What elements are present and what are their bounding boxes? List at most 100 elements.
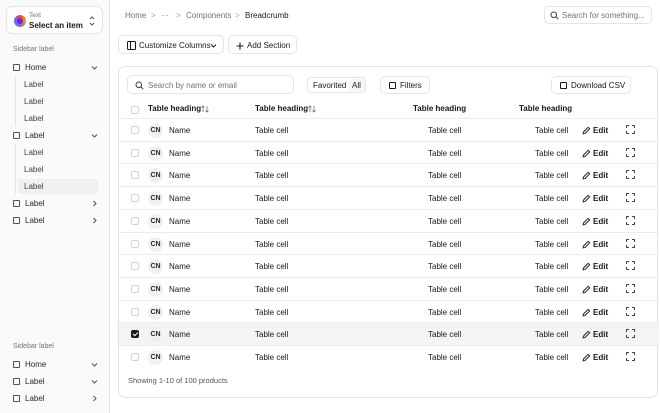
more-icon[interactable] (626, 283, 635, 293)
table-heading[interactable]: Table heading (148, 104, 201, 113)
edit-button[interactable]: Edit (582, 284, 612, 296)
cell-name: Name (169, 216, 191, 226)
toggle-all[interactable]: All (352, 81, 361, 90)
sidebar-subitem-label: Label (24, 97, 44, 106)
filters-button[interactable]: Filters (380, 76, 430, 94)
more-icon[interactable] (626, 193, 635, 203)
more-icon[interactable] (626, 238, 635, 248)
more-icon[interactable] (626, 352, 635, 361)
more-icon[interactable] (626, 147, 635, 157)
sidebar-item-label-2[interactable]: Label (7, 196, 103, 211)
sidebar-item-label-5[interactable]: Label (7, 391, 103, 406)
sidebar-subitem-active[interactable]: Label (18, 179, 98, 194)
row-checkbox[interactable] (131, 126, 139, 134)
more-icon[interactable] (626, 215, 635, 225)
table-row[interactable]: CN Name Table cell Table cell Table cell Edit (119, 118, 659, 141)
chevron-right-icon (93, 217, 97, 224)
row-checkbox[interactable] (131, 307, 139, 316)
checkbox-icon (13, 131, 20, 139)
table-row[interactable]: CN Name Table cell Table cell Table cell Edit (119, 322, 659, 345)
avatar: CN (148, 191, 163, 207)
pencil-icon (582, 194, 591, 203)
more-icon[interactable] (626, 306, 635, 316)
toggle-favorited[interactable]: Favorited (313, 81, 346, 90)
table-row[interactable]: CN Name Table cell Table cell Table cell Edit (119, 140, 659, 164)
table-row[interactable]: CN Name Table cell Table cell Table cell Edit (119, 163, 659, 186)
sort-icon[interactable] (308, 105, 316, 113)
breadcrumb-components[interactable]: Components (186, 11, 231, 20)
edit-button[interactable]: Edit (582, 170, 612, 182)
row-checkbox[interactable] (131, 330, 139, 339)
download-csv-label: Download CSV (571, 81, 626, 90)
workspace-selector[interactable]: Text Select an item (6, 6, 103, 34)
sidebar-subitem[interactable]: Label (18, 162, 98, 177)
cell-value: Table cell (428, 330, 462, 340)
table-row[interactable]: CN Name Table cell Table cell Table cell Edit (119, 345, 659, 368)
row-checkbox[interactable] (131, 353, 139, 361)
edit-button[interactable]: Edit (582, 329, 612, 341)
more-icon[interactable] (626, 170, 635, 180)
sidebar-item-label-3[interactable]: Label (7, 213, 103, 228)
sidebar-subitem-label: Label (24, 148, 44, 157)
table-row[interactable]: CN Name Table cell Table cell Table cell Edit (119, 231, 659, 255)
pencil-icon (582, 285, 591, 294)
edit-button[interactable]: Edit (582, 261, 612, 273)
table-heading[interactable]: Table heading (413, 104, 466, 113)
sidebar-item-label-4[interactable]: Label (7, 374, 103, 389)
more-icon[interactable] (626, 329, 635, 339)
table-row[interactable]: CN Name Table cell Table cell Table cell Edit (119, 276, 659, 300)
edit-button[interactable]: Edit (582, 216, 612, 228)
table-row[interactable]: CN Name Table cell Table cell Table cell Edit (119, 299, 659, 323)
row-checkbox[interactable] (131, 262, 139, 271)
top-search-input[interactable]: Search for something... (544, 6, 652, 24)
sidebar-item-label: Label (25, 216, 45, 225)
table-row[interactable]: CN Name Table cell Table cell Table cell Edit (119, 186, 659, 209)
breadcrumb-home[interactable]: Home (125, 11, 146, 20)
row-checkbox[interactable] (131, 284, 139, 293)
breadcrumb-ellipsis[interactable]: ··· (161, 11, 169, 20)
table-row[interactable]: CN Name Table cell Table cell Table cell Edit (119, 254, 659, 277)
edit-button[interactable]: Edit (582, 239, 612, 251)
edit-button[interactable]: Edit (582, 352, 612, 364)
sidebar-subitem[interactable]: Label (18, 94, 98, 109)
download-csv-button[interactable]: Download CSV (551, 76, 631, 94)
table-heading[interactable]: Table heading (255, 104, 308, 113)
edit-button[interactable]: Edit (582, 307, 612, 319)
chevron-down-icon (91, 363, 98, 367)
more-icon[interactable] (626, 261, 635, 271)
avatar: CN (148, 213, 163, 229)
row-checkbox[interactable] (131, 194, 139, 203)
edit-button[interactable]: Edit (582, 193, 612, 205)
chevron-down-icon (91, 380, 98, 384)
sidebar-item-home[interactable]: Home (7, 60, 103, 75)
row-checkbox[interactable] (131, 148, 139, 157)
sidebar-subitem[interactable]: Label (18, 111, 98, 126)
row-checkbox[interactable] (131, 216, 139, 225)
add-section-button[interactable]: Add Section (228, 35, 297, 54)
sidebar-subitem[interactable]: Label (18, 145, 98, 160)
more-icon[interactable] (626, 125, 635, 134)
cell-value: Table cell (255, 148, 289, 158)
row-checkbox[interactable] (131, 171, 139, 180)
cell-name: Name (169, 262, 191, 272)
table-heading[interactable]: Table heading (519, 104, 572, 113)
sidebar-subitem[interactable]: Label (18, 77, 98, 92)
table-row[interactable]: CN Name Table cell Table cell Table cell Edit (119, 208, 659, 232)
cell-value: Table cell (255, 284, 289, 294)
sort-icon[interactable] (201, 105, 209, 113)
sidebar-item-home-2[interactable]: Home (7, 357, 103, 372)
sidebar-item-label: Label (25, 199, 45, 208)
edit-button[interactable]: Edit (582, 148, 612, 160)
customize-columns-button[interactable]: Customize Columns (118, 35, 224, 54)
edit-label: Edit (593, 330, 609, 340)
checkbox-icon (13, 360, 20, 368)
sidebar-item-label-1[interactable]: Label (7, 128, 103, 143)
select-all-checkbox[interactable] (131, 106, 139, 114)
avatar: CN (148, 350, 163, 365)
sidebar-item-label: Home (25, 63, 47, 72)
cell-value: Table cell (535, 126, 569, 135)
row-checkbox[interactable] (131, 239, 139, 248)
search-icon (550, 11, 559, 20)
table-search-input[interactable]: Search by name or email (127, 75, 294, 94)
edit-button[interactable]: Edit (582, 125, 612, 137)
